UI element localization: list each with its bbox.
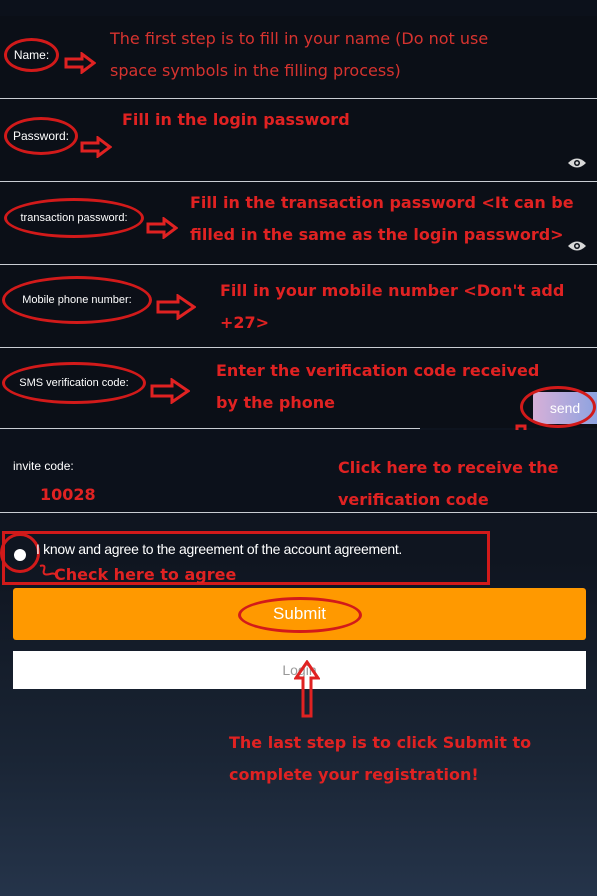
invite-note-line2: verification code bbox=[338, 490, 489, 509]
arrow-right-icon bbox=[80, 136, 112, 158]
submit-highlight bbox=[238, 597, 362, 633]
invite-label: invite code: bbox=[13, 459, 74, 473]
mobile-label: Mobile phone number: bbox=[2, 276, 152, 324]
transaction-password-note-line2: filled in the same as the login password… bbox=[190, 225, 564, 244]
sms-label: SMS verification code: bbox=[2, 362, 146, 404]
footer-note-line2: complete your registration! bbox=[229, 765, 479, 784]
arrow-right-icon bbox=[156, 294, 196, 320]
password-label: Password: bbox=[4, 117, 78, 155]
name-note-line1: The first step is to fill in your name (… bbox=[110, 29, 489, 48]
arrow-up-icon bbox=[294, 660, 320, 718]
mobile-note-line1: Fill in your mobile number <Don't add bbox=[220, 281, 565, 300]
transaction-password-label: transaction password: bbox=[4, 198, 144, 238]
sms-note-line2: by the phone bbox=[216, 393, 335, 412]
agreement-checkbox[interactable] bbox=[14, 549, 26, 561]
transaction-password-note-line1: Fill in the transaction password <It can… bbox=[190, 193, 574, 212]
mobile-note-line2: +27> bbox=[220, 313, 270, 332]
eye-icon[interactable] bbox=[567, 240, 587, 252]
agreement-text: I know and agree to the agreement of the… bbox=[36, 541, 402, 557]
name-note-line2: space symbols in the filling process) bbox=[110, 61, 401, 80]
arrow-right-icon bbox=[150, 378, 190, 404]
arrow-right-icon bbox=[146, 217, 178, 239]
footer-note-line1: The last step is to click Submit to bbox=[229, 733, 532, 752]
password-note: Fill in the login password bbox=[122, 110, 350, 129]
invite-code-value[interactable]: 10028 bbox=[40, 485, 96, 504]
send-button[interactable]: send bbox=[533, 392, 597, 424]
arrow-right-icon bbox=[64, 52, 96, 74]
sms-field-underline bbox=[0, 428, 420, 429]
agreement-note: Check here to agree bbox=[54, 565, 237, 584]
sms-note-line1: Enter the verification code received bbox=[216, 361, 540, 380]
eye-icon[interactable] bbox=[567, 157, 587, 169]
name-label: Name: bbox=[4, 38, 59, 72]
invite-note-line1: Click here to receive the bbox=[338, 458, 559, 477]
